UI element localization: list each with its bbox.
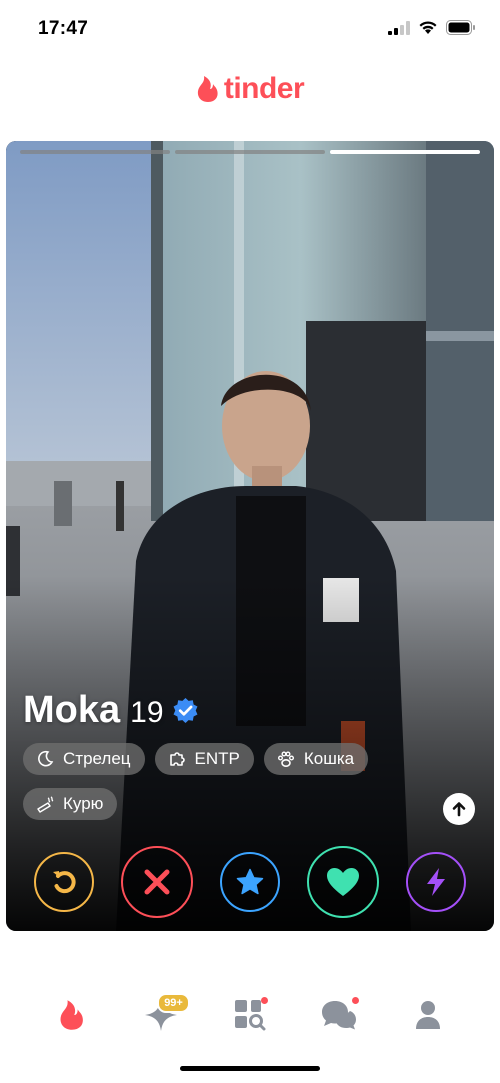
action-buttons <box>6 846 494 918</box>
nav-gold-badge: 99+ <box>157 993 190 1013</box>
status-icons <box>388 20 476 35</box>
chip-label: Стрелец <box>63 749 131 768</box>
status-time: 17:47 <box>38 18 89 39</box>
chip-zodiac: Стрелец <box>23 743 145 775</box>
star-icon <box>236 868 264 895</box>
signal-icon <box>388 20 410 35</box>
bolt-icon <box>427 868 446 896</box>
verified-badge-icon <box>173 697 197 724</box>
chip-label: ENTP <box>194 749 240 768</box>
nav-messages[interactable] <box>315 991 363 1039</box>
moon-icon <box>38 750 54 767</box>
close-icon <box>144 869 170 895</box>
chip-personality: ENTP <box>154 743 254 775</box>
nav-gold[interactable]: 99+ <box>137 991 190 1039</box>
logo-text: tinder <box>223 72 305 105</box>
name-row: Moka 19 <box>23 689 199 732</box>
chip-smoking: Курю <box>23 788 118 820</box>
flame-icon <box>197 76 218 102</box>
wifi-icon <box>419 21 437 34</box>
chip-label: Кошка <box>303 749 355 768</box>
profile-info: Moka 19 <box>23 689 199 732</box>
chat-icon <box>321 1001 356 1030</box>
puzzle-icon <box>169 752 185 766</box>
tinder-swipe-screen: 17:47 tinder Moka 19 Стрелец ENTP Кошка … <box>0 0 500 1083</box>
photo-progress-segment <box>20 150 170 154</box>
battery-icon <box>446 20 475 35</box>
boost-button[interactable] <box>406 852 467 912</box>
bottom-nav: 99+ <box>0 980 500 1050</box>
like-button[interactable] <box>307 846 380 918</box>
status-bar: 17:47 <box>0 0 500 60</box>
flame-icon <box>60 1000 84 1030</box>
rewind-button[interactable] <box>33 852 94 912</box>
heart-icon <box>327 868 360 896</box>
profile-icon <box>415 1001 440 1029</box>
paw-icon <box>277 751 294 768</box>
nav-messages-dot <box>351 997 359 1004</box>
expand-profile-button[interactable] <box>443 793 475 825</box>
rewind-icon <box>52 871 76 894</box>
chip-label: Курю <box>63 794 104 813</box>
photo-progress <box>20 150 480 154</box>
nope-button[interactable] <box>120 846 193 918</box>
profile-card[interactable]: Moka 19 Стрелец ENTP Кошка Курю <box>6 141 494 931</box>
profile-name: Moka <box>23 689 121 731</box>
home-indicator <box>180 1066 320 1071</box>
nav-explore-dot <box>260 997 268 1004</box>
photo-progress-segment-active <box>330 150 480 154</box>
arrow-up-icon <box>452 802 466 817</box>
super-like-button[interactable] <box>219 852 280 912</box>
cigarette-icon <box>37 796 54 813</box>
nav-explore[interactable] <box>226 991 274 1039</box>
nav-home[interactable] <box>48 991 96 1039</box>
nav-profile[interactable] <box>404 991 452 1039</box>
chip-pets: Кошка <box>263 743 369 775</box>
profile-chips: Стрелец ENTP Кошка Курю <box>23 743 453 820</box>
photo-progress-segment <box>175 150 325 154</box>
tinder-logo: tinder <box>0 72 500 106</box>
profile-age: 19 <box>130 696 164 729</box>
